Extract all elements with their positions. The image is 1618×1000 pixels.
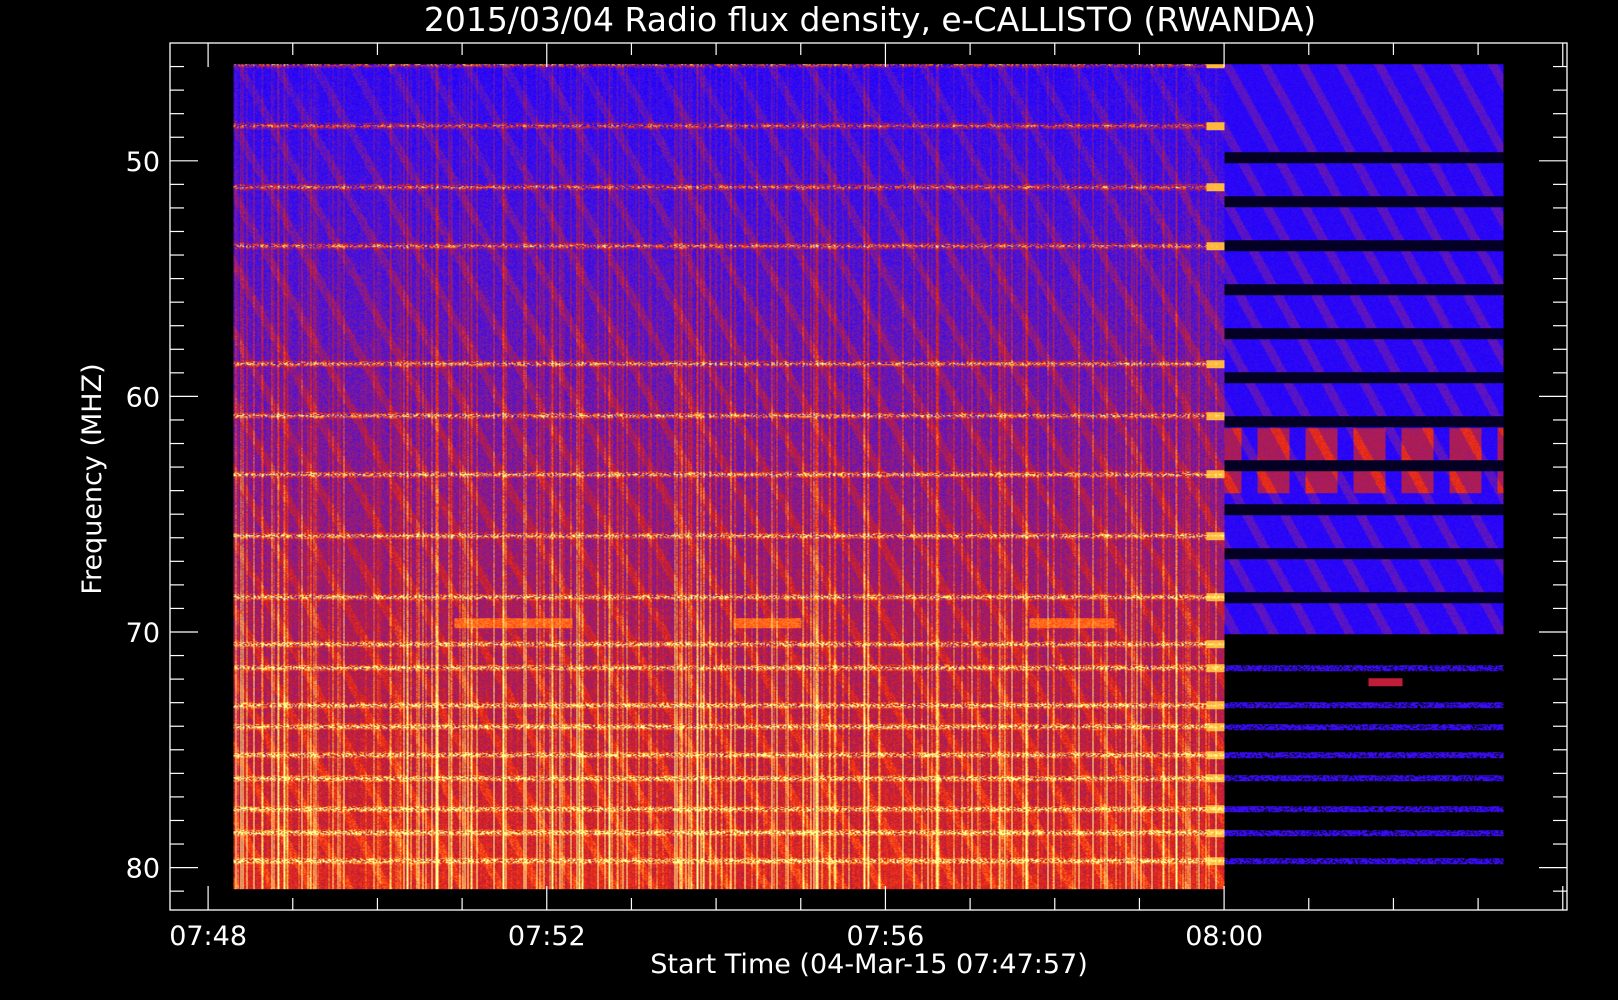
x-tick-label: 08:00 [1185, 921, 1263, 952]
y-axis-label: Frequency (MHZ) [77, 363, 108, 594]
x-tick-label: 07:52 [508, 921, 586, 952]
heatmap-area [233, 64, 1504, 890]
x-tick-label: 07:48 [169, 921, 247, 952]
y-tick-label: 70 [126, 618, 160, 649]
x-axis-label: Start Time (04-Mar-15 07:47:57) [650, 949, 1088, 980]
y-tick-label: 50 [126, 147, 160, 178]
y-tick-label: 60 [126, 382, 160, 413]
spectrogram-chart: 2015/03/04 Radio flux density, e-CALLIST… [0, 0, 1618, 1000]
spectrogram-image [233, 64, 1504, 890]
x-tick-label: 07:56 [847, 921, 925, 952]
chart-title: 2015/03/04 Radio flux density, e-CALLIST… [424, 0, 1316, 39]
y-tick-label: 80 [126, 854, 160, 885]
